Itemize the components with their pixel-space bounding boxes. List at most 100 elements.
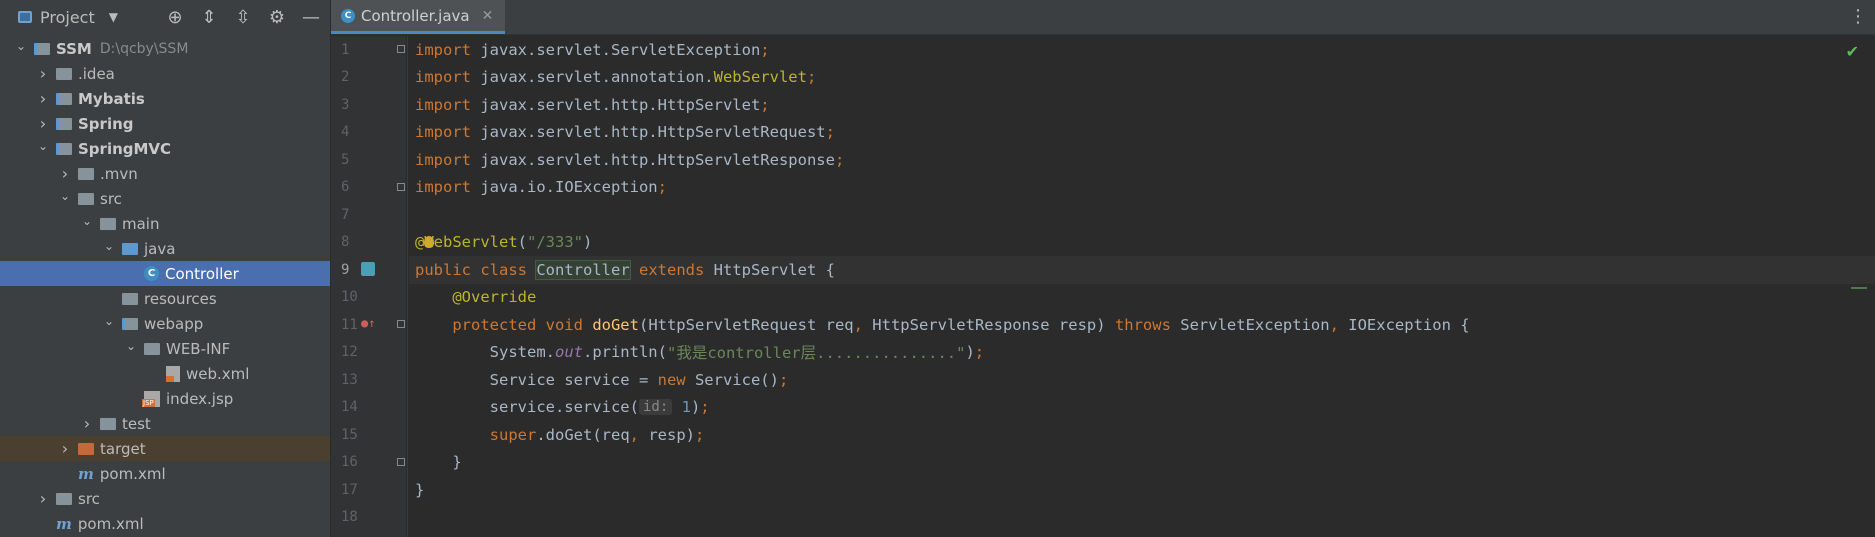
tree-item[interactable]: › src bbox=[0, 486, 330, 511]
code-token: service.service( bbox=[415, 398, 639, 417]
fold-marker-icon[interactable] bbox=[397, 182, 405, 191]
line-number[interactable]: 17 bbox=[331, 476, 406, 504]
collapse-all-icon[interactable]: ⇳ bbox=[232, 7, 254, 28]
tree-item[interactable]: ⌄ src bbox=[0, 186, 330, 211]
code-token: @Override bbox=[452, 288, 537, 307]
code-token: protected void bbox=[452, 315, 593, 334]
code-line[interactable]: import javax.servlet.ServletException; bbox=[409, 36, 1875, 64]
override-gutter-icon[interactable]: ●↑ bbox=[361, 316, 375, 330]
fold-marker-icon[interactable] bbox=[397, 320, 405, 328]
chevron-down-icon[interactable]: ⌄ bbox=[124, 339, 138, 353]
code-editor[interactable]: import javax.servlet.ServletException; im… bbox=[409, 36, 1875, 537]
tree-item[interactable]: index.jsp bbox=[0, 386, 330, 411]
line-number[interactable]: 13 bbox=[331, 366, 406, 394]
locate-icon[interactable]: ⊕ bbox=[164, 7, 186, 28]
line-number[interactable]: 2 bbox=[331, 64, 406, 92]
chevron-down-icon[interactable]: ⌄ bbox=[80, 214, 94, 228]
tree-item[interactable]: ⌄ WEB-INF bbox=[0, 336, 330, 361]
line-number-text: 18 bbox=[341, 509, 358, 526]
line-number[interactable]: 8 bbox=[331, 229, 406, 257]
line-number[interactable]: 12 bbox=[331, 339, 406, 367]
tree-item[interactable]: resources bbox=[0, 286, 330, 311]
chevron-right-icon[interactable]: › bbox=[36, 489, 50, 508]
line-number[interactable]: 14 bbox=[331, 394, 406, 422]
code-line[interactable]: super .doGet(req, resp); bbox=[409, 421, 1875, 449]
chevron-right-icon[interactable]: › bbox=[58, 439, 72, 458]
line-number[interactable]: 18 bbox=[331, 504, 406, 532]
code-line[interactable]: import javax.servlet.annotation. WebServl… bbox=[409, 64, 1875, 92]
servlet-gutter-icon[interactable] bbox=[361, 262, 375, 276]
code-line[interactable] bbox=[409, 504, 1875, 532]
code-line[interactable]: @Override bbox=[409, 284, 1875, 312]
code-line[interactable]: import javax.servlet.http.HttpServlet; bbox=[409, 91, 1875, 119]
tree-item[interactable]: › .mvn bbox=[0, 161, 330, 186]
tree-item[interactable]: m pom.xml bbox=[0, 511, 330, 536]
tree-item[interactable]: › target bbox=[0, 436, 330, 461]
line-number[interactable]: 7 bbox=[331, 201, 406, 229]
tree-item[interactable]: ⌄ java bbox=[0, 236, 330, 261]
code-line[interactable]: service.service(id: 1); bbox=[409, 394, 1875, 422]
tree-item[interactable]: › test bbox=[0, 411, 330, 436]
code-line[interactable]: protected void doGet (HttpServletRequest … bbox=[409, 311, 1875, 339]
tree-item[interactable]: › Spring bbox=[0, 111, 330, 136]
tree-item[interactable]: web.xml bbox=[0, 361, 330, 386]
code-line[interactable]: import javax.servlet.http.HttpServletReq… bbox=[409, 119, 1875, 147]
code-line[interactable]: public class Controller extends HttpServ… bbox=[409, 256, 1875, 284]
line-number[interactable]: 10 bbox=[331, 284, 406, 312]
code-line[interactable]: } bbox=[409, 449, 1875, 477]
source-folder-icon bbox=[122, 242, 138, 255]
tree-item[interactable]: › Mybatis bbox=[0, 86, 330, 111]
xml-file-icon bbox=[166, 365, 180, 382]
line-number[interactable]: 1 bbox=[331, 36, 406, 64]
line-number[interactable]: 6 bbox=[331, 174, 406, 202]
chevron-down-icon[interactable]: ⌄ bbox=[36, 139, 50, 153]
minimize-icon[interactable]: — bbox=[300, 7, 322, 28]
line-number[interactable]: 15 bbox=[331, 421, 406, 449]
line-number[interactable]: 11 ●↑ bbox=[331, 311, 406, 339]
tab-controller-java[interactable]: C Controller.java ✕ bbox=[331, 0, 506, 34]
tree-item[interactable]: C Controller bbox=[0, 261, 330, 286]
line-number[interactable]: 5 bbox=[331, 146, 406, 174]
gear-icon[interactable]: ⚙ bbox=[266, 7, 288, 28]
chevron-right-icon[interactable]: › bbox=[36, 64, 50, 83]
project-panel-title: Project bbox=[40, 7, 95, 27]
code-line[interactable]: import java.io.IOException; bbox=[409, 174, 1875, 202]
chevron-right-icon[interactable]: › bbox=[36, 89, 50, 108]
code-line[interactable]: Service service = new Service(); bbox=[409, 366, 1875, 394]
fold-marker-icon[interactable] bbox=[397, 457, 405, 466]
java-class-icon: C bbox=[144, 266, 159, 281]
chevron-right-icon[interactable]: › bbox=[80, 414, 94, 433]
line-number[interactable]: 9 bbox=[331, 256, 406, 284]
close-icon[interactable]: ✕ bbox=[482, 8, 494, 24]
more-options-icon[interactable]: ⋮ bbox=[1849, 6, 1867, 27]
line-number[interactable]: 4 bbox=[331, 119, 406, 147]
tree-item[interactable]: ⌄ main bbox=[0, 211, 330, 236]
line-number[interactable]: 16 bbox=[331, 449, 406, 477]
chevron-down-icon[interactable]: ▼ bbox=[109, 10, 118, 24]
code-token: 1 bbox=[681, 398, 691, 417]
chevron-right-icon[interactable]: › bbox=[58, 164, 72, 183]
chevron-down-icon[interactable]: ⌄ bbox=[102, 239, 116, 253]
folder-icon bbox=[78, 167, 94, 180]
tree-item-path: D:\qcby\SSM bbox=[99, 40, 189, 57]
chevron-down-icon[interactable]: ⌄ bbox=[102, 314, 116, 328]
code-line[interactable]: System. out .println("我是controller层.......… bbox=[409, 339, 1875, 367]
code-token: import bbox=[415, 95, 481, 114]
code-line[interactable]: } bbox=[409, 476, 1875, 504]
tree-item[interactable]: m pom.xml bbox=[0, 461, 330, 486]
chevron-down-icon[interactable]: ⌄ bbox=[58, 189, 72, 203]
code-line[interactable]: @ WebServlet("/333") bbox=[409, 229, 1875, 257]
chevron-right-icon[interactable]: › bbox=[36, 114, 50, 133]
expand-all-icon[interactable]: ⇕ bbox=[198, 7, 220, 28]
tree-item[interactable]: ⌄ webapp bbox=[0, 311, 330, 336]
chevron-down-icon[interactable]: ⌄ bbox=[14, 39, 28, 53]
line-number-text: 17 bbox=[341, 481, 358, 498]
code-line[interactable] bbox=[409, 201, 1875, 229]
tree-item[interactable]: ⌄ SSM D:\qcby\SSM bbox=[0, 36, 330, 61]
line-number[interactable]: 3 bbox=[331, 91, 406, 119]
fold-marker-icon[interactable] bbox=[397, 45, 405, 53]
code-line[interactable]: import javax.servlet.http.HttpServletRes… bbox=[409, 146, 1875, 174]
tree-item[interactable]: › .idea bbox=[0, 61, 330, 86]
tree-item[interactable]: ⌄ SpringMVC bbox=[0, 136, 330, 161]
